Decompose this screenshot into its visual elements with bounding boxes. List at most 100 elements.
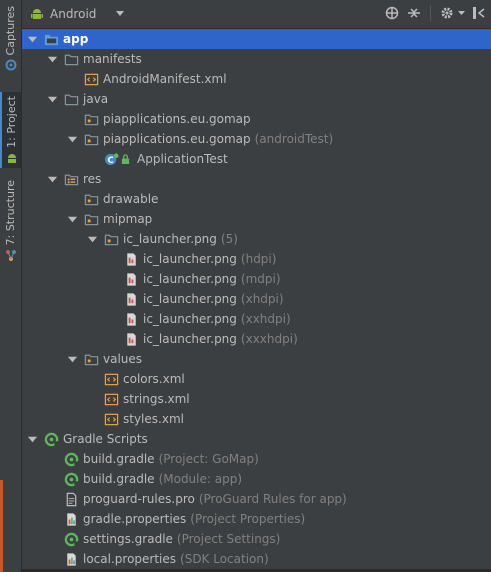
tab-structure[interactable]: 7: Structure xyxy=(0,180,21,262)
tree-node[interactable]: piapplications.eu.gomap (androidTest) xyxy=(22,129,491,149)
expand-arrow-icon[interactable] xyxy=(66,353,78,365)
tree-node-label: mipmap xyxy=(103,212,153,226)
class-icon: C xyxy=(103,151,119,167)
tree-node-hint: (hdpi) xyxy=(240,252,277,266)
tree-node[interactable]: strings.xml xyxy=(22,389,491,409)
tree-node-label: values xyxy=(103,352,143,366)
view-mode-dropdown[interactable]: Android xyxy=(30,3,128,25)
image-file-icon xyxy=(123,311,139,327)
target-icon xyxy=(385,6,399,20)
properties-file-icon xyxy=(63,551,79,567)
tree-node[interactable]: build.gradle (Module: app) xyxy=(22,469,491,489)
package-icon xyxy=(83,211,99,227)
package-icon xyxy=(103,231,119,247)
tree-node[interactable]: proguard-rules.pro (ProGuard Rules for ap… xyxy=(22,489,491,509)
strip-accent xyxy=(0,480,3,572)
properties-file-icon xyxy=(63,511,79,527)
tree-node[interactable]: java xyxy=(22,89,491,109)
project-tree: app manifests AndroidManifest.xml java piapp… xyxy=(22,29,491,569)
xml-file-icon xyxy=(103,391,119,407)
settings-dropdown-button[interactable] xyxy=(457,5,465,21)
tree-node-label: build.gradle xyxy=(83,452,155,466)
xml-file-icon xyxy=(103,371,119,387)
gradle-icon xyxy=(43,431,59,447)
camera-icon xyxy=(5,59,16,71)
tree-node[interactable]: gradle.properties (Project Properties) xyxy=(22,509,491,529)
tree-node[interactable]: res xyxy=(22,169,491,189)
tree-node-label: proguard-rules.pro xyxy=(83,492,195,506)
res-folder-icon xyxy=(63,171,79,187)
tree-node[interactable]: C ApplicationTest xyxy=(22,149,491,169)
xml-file-icon xyxy=(103,411,119,427)
tree-node[interactable]: AndroidManifest.xml xyxy=(22,69,491,89)
tree-node-label: ic_launcher.png xyxy=(143,332,237,346)
tree-node[interactable]: build.gradle (Project: GoMap) xyxy=(22,449,491,469)
expand-arrow-icon[interactable] xyxy=(26,33,38,45)
tree-node-hint: (5) xyxy=(220,232,238,246)
tree-node-label: ic_launcher.png xyxy=(143,312,237,326)
tree-node-hint: (xxxhdpi) xyxy=(240,332,298,346)
tree-node[interactable]: mipmap xyxy=(22,209,491,229)
expand-arrow-icon[interactable] xyxy=(46,93,58,105)
tree-node-label: manifests xyxy=(83,52,142,66)
expand-arrow-icon[interactable] xyxy=(46,173,58,185)
tree-node-label: ic_launcher.png xyxy=(143,272,237,286)
tree-node-label: settings.gradle xyxy=(83,532,173,546)
tree-node-label: piapplications.eu.gomap xyxy=(103,132,251,146)
image-file-icon xyxy=(123,291,139,307)
expand-arrow-icon[interactable] xyxy=(26,433,38,445)
toolbar-separator xyxy=(430,5,431,21)
tree-node[interactable]: ic_launcher.png (mdpi) xyxy=(22,269,491,289)
tree-node[interactable]: colors.xml xyxy=(22,369,491,389)
tree-node-hint: (xhdpi) xyxy=(240,292,284,306)
tree-node-label: ApplicationTest xyxy=(137,152,228,166)
structure-icon xyxy=(5,250,16,262)
collapse-icon xyxy=(408,8,420,18)
tree-node[interactable]: ic_launcher.png (xxhdpi) xyxy=(22,309,491,329)
tree-node[interactable]: manifests xyxy=(22,49,491,69)
hide-panel-button[interactable] xyxy=(471,5,487,21)
tab-captures[interactable]: Captures xyxy=(0,6,21,71)
tree-node-label: strings.xml xyxy=(123,392,190,406)
tool-window-strip: Captures 1: Project 7: Structure xyxy=(0,0,22,572)
image-file-icon xyxy=(123,251,139,267)
tree-node[interactable]: Gradle Scripts xyxy=(22,429,491,449)
toolbar-actions xyxy=(378,5,487,21)
tree-node-label: build.gradle xyxy=(83,472,155,486)
expand-arrow-icon[interactable] xyxy=(86,233,98,245)
tree-node-label: AndroidManifest.xml xyxy=(103,72,227,86)
tree-node[interactable]: piapplications.eu.gomap xyxy=(22,109,491,129)
tree-node-label: colors.xml xyxy=(123,372,185,386)
tree-node[interactable]: styles.xml xyxy=(22,409,491,429)
tree-node-label: ic_launcher.png xyxy=(143,292,237,306)
tree-node-hint: (Project Properties) xyxy=(190,512,306,526)
tab-captures-label: Captures xyxy=(4,6,17,56)
expand-arrow-icon[interactable] xyxy=(66,133,78,145)
collapse-all-button[interactable] xyxy=(406,5,422,21)
scroll-from-source-button[interactable] xyxy=(384,5,400,21)
project-toolbar: Android xyxy=(22,0,491,29)
tree-node[interactable]: settings.gradle (Project Settings) xyxy=(22,529,491,549)
tree-node-label: app xyxy=(63,32,89,46)
text-file-icon xyxy=(63,491,79,507)
tree-node[interactable]: ic_launcher.png (5) xyxy=(22,229,491,249)
tree-node[interactable]: local.properties (SDK Location) xyxy=(22,549,491,569)
tree-node[interactable]: ic_launcher.png (xxxhdpi) xyxy=(22,329,491,349)
tree-node[interactable]: ic_launcher.png (hdpi) xyxy=(22,249,491,269)
expand-arrow-icon[interactable] xyxy=(46,53,58,65)
tab-project[interactable]: 1: Project xyxy=(0,92,21,168)
gradle-icon xyxy=(63,531,79,547)
tree-node-label: gradle.properties xyxy=(83,512,187,526)
tree-node[interactable]: app xyxy=(22,29,491,49)
package-icon xyxy=(83,131,99,147)
tree-node[interactable]: ic_launcher.png (xhdpi) xyxy=(22,289,491,309)
tree-node-label: local.properties xyxy=(83,552,177,566)
expand-arrow-icon[interactable] xyxy=(66,213,78,225)
android-icon xyxy=(31,9,43,19)
tree-node[interactable]: drawable xyxy=(22,189,491,209)
tree-node-hint: (xxhdpi) xyxy=(240,312,291,326)
settings-button[interactable] xyxy=(439,5,455,21)
tree-node-hint: (androidTest) xyxy=(254,132,334,146)
tree-node[interactable]: values xyxy=(22,349,491,369)
chevron-down-icon xyxy=(116,11,124,16)
